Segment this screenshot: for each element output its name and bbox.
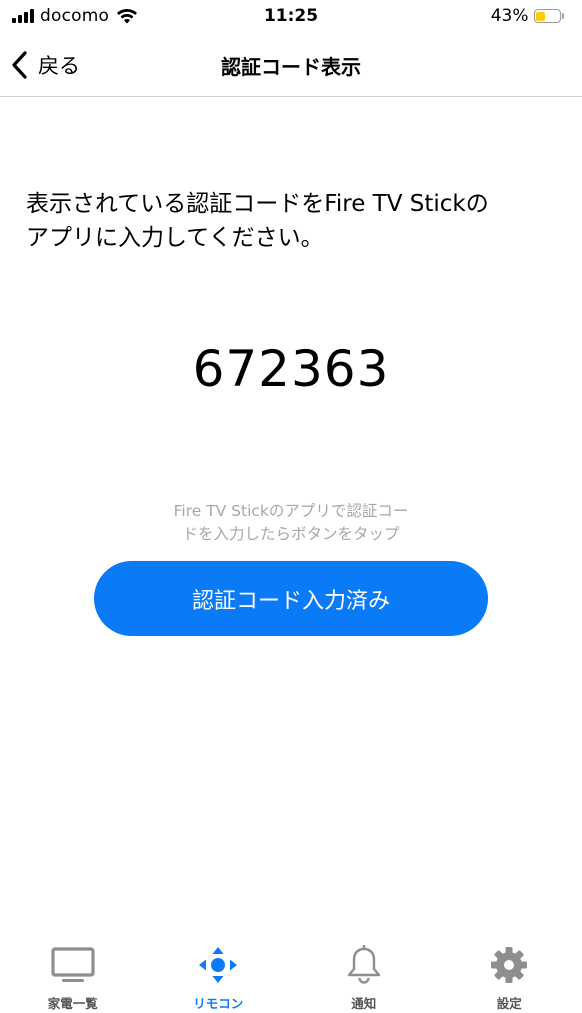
tab-appliances[interactable]: 家電一覧: [0, 935, 146, 1013]
battery-tip: [561, 13, 564, 19]
tab-label: 通知: [351, 996, 377, 1011]
navigation-bar: 戻る 認証コード表示: [0, 34, 582, 97]
gear-icon: [485, 945, 533, 985]
tab-label: 設定: [496, 996, 522, 1011]
bell-icon: [340, 945, 388, 985]
instruction-text: 表示されている認証コードをFire TV Stickの アプリに入力してください…: [26, 187, 566, 255]
battery-level: [536, 11, 546, 21]
tab-bar: 家電一覧 リモコン 通知 設定: [0, 935, 582, 1013]
hint-line: ドを入力したらボタンをタップ: [182, 525, 400, 543]
tab-label: リモコン: [193, 996, 244, 1011]
remote-dpad-icon: [194, 945, 242, 985]
code-entered-button[interactable]: 認証コード入力済み: [94, 561, 488, 636]
status-right: 43%: [491, 5, 564, 27]
auth-code: 672363: [192, 340, 390, 398]
page-title: 認証コード表示: [221, 55, 361, 79]
instruction-line: 表示されている認証コードをFire TV Stickの: [26, 191, 489, 217]
battery-icon: [533, 9, 561, 23]
status-bar: docomo 11:25 43%: [0, 0, 582, 34]
tab-notifications[interactable]: 通知: [291, 935, 437, 1013]
screen: docomo 11:25 43% 戻る 認証コード表示 表示されている認証コード…: [0, 0, 582, 1013]
tab-label: 家電一覧: [47, 996, 98, 1011]
hint-text: Fire TV Stickのアプリで認証コー ドを入力したらボタンをタップ: [138, 500, 444, 546]
hint-line: Fire TV Stickのアプリで認証コー: [173, 502, 409, 520]
tv-icon: [49, 945, 97, 985]
tab-remote[interactable]: リモコン: [146, 935, 292, 1013]
battery-percent: 43%: [490, 6, 529, 26]
tab-settings[interactable]: 設定: [437, 935, 582, 1013]
instruction-line: アプリに入力してください。: [26, 225, 324, 251]
